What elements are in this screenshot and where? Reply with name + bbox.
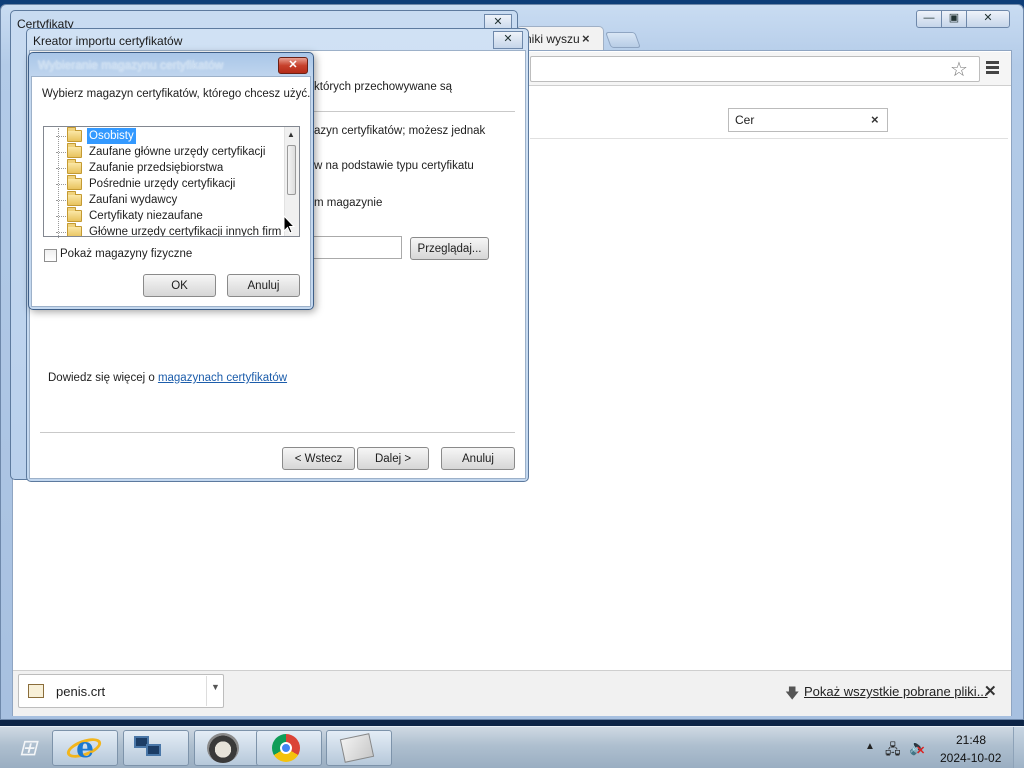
hamburger-menu-icon[interactable] <box>986 61 999 76</box>
show-physical-stores-label[interactable]: Pokaż magazyny fizyczne <box>60 248 192 260</box>
download-arrow-icon: 🡇 <box>785 685 800 701</box>
store-cancel-button[interactable]: Anuluj <box>227 274 300 297</box>
learn-more-prefix: Dowiedz się więcej o <box>48 372 158 384</box>
browser-tab-title: niki wyszu <box>525 32 580 46</box>
clock-time[interactable]: 21:48 <box>956 733 986 747</box>
auto-select-option-label: w na podstawie typu certyfikatu <box>314 160 474 172</box>
chrome-icon-center <box>280 742 292 754</box>
store-dialog-prompt: Wybierz magazyn certyfikatów, którego ch… <box>42 88 311 100</box>
tree-item-label: Zaufane główne urzędy certyfikacji <box>89 146 266 158</box>
folder-icon <box>67 207 82 222</box>
show-physical-stores-checkbox[interactable] <box>44 249 57 262</box>
certificate-store-tree[interactable]: Osobisty Zaufane główne urzędy certyfika… <box>43 126 300 237</box>
show-all-downloads-link[interactable]: Pokaż wszystkie pobrane pliki... <box>804 684 988 699</box>
folder-icon <box>67 175 82 190</box>
new-tab-button[interactable] <box>605 32 641 48</box>
internet-explorer-icon: e <box>76 731 94 764</box>
ok-button[interactable]: OK <box>143 274 216 297</box>
download-bar-close-icon[interactable]: ✕ <box>984 682 997 700</box>
find-query: Cer <box>735 113 755 127</box>
learn-more-link[interactable]: magazynach certyfikatów <box>158 372 287 384</box>
folder-icon <box>67 143 82 158</box>
maximize-button[interactable]: ▣ <box>941 10 967 28</box>
clock-date[interactable]: 2024-10-02 <box>940 751 1001 765</box>
next-button[interactable]: Dalej > <box>357 447 429 470</box>
folder-icon <box>67 191 82 206</box>
wizard-description-text: których przechowywane są <box>314 81 453 93</box>
folder-icon <box>67 127 82 142</box>
star-icon[interactable]: ☆ <box>950 57 968 82</box>
tree-item-label: Zaufanie przedsiębiorstwa <box>89 162 224 174</box>
folder-icon <box>67 223 82 236</box>
divider <box>40 432 515 433</box>
tab-close-icon[interactable]: × <box>582 31 590 46</box>
divider <box>530 138 1008 139</box>
network-monitor-icon <box>134 736 164 758</box>
tree-item-label: Certyfikaty niezaufane <box>89 210 203 222</box>
find-in-page-input[interactable]: Cer <box>728 108 888 132</box>
tree-connector-line <box>58 128 59 238</box>
muted-icon: ✕ <box>916 745 926 757</box>
raccoon-icon <box>207 733 239 763</box>
learn-more-text: Dowiedz się więcej o magazynach certyfik… <box>48 372 287 384</box>
wizard-close-button[interactable]: ✕ <box>493 31 523 49</box>
manual-select-option-label: m magazynie <box>314 197 383 209</box>
show-hidden-icons-icon[interactable]: ▲ <box>865 741 875 752</box>
minimize-button[interactable]: — <box>916 10 942 28</box>
store-dialog-close-button[interactable]: ✕ <box>278 57 308 74</box>
download-filename: penis.crt <box>56 684 106 699</box>
scroll-thumb[interactable] <box>287 145 296 195</box>
tree-item-label: Osobisty <box>87 128 136 144</box>
browse-button[interactable]: Przeglądaj... <box>410 237 489 260</box>
download-item[interactable] <box>18 674 224 708</box>
wizard-cancel-button[interactable]: Anuluj <box>441 447 515 470</box>
scroll-up-icon[interactable]: ▲ <box>287 130 295 139</box>
windows-start-icon[interactable]: ⊞ <box>8 732 48 764</box>
show-desktop-button[interactable] <box>1013 727 1024 768</box>
import-wizard-title: Kreator importu certyfikatów <box>33 34 183 48</box>
wizard-info-text: azyn certyfikatów; możesz jednak <box>314 125 486 137</box>
chevron-down-icon[interactable]: ▼ <box>211 682 220 692</box>
close-window-button[interactable]: ✕ <box>966 10 1010 28</box>
certificate-store-field[interactable] <box>300 236 402 259</box>
folder-icon <box>67 159 82 174</box>
tree-item-label: Zaufani wydawcy <box>89 194 178 206</box>
find-close-icon[interactable]: × <box>871 112 879 127</box>
tree-item-label: Główne urzędy certyfikacji innych firm <box>89 226 282 237</box>
network-tray-icon[interactable]: 🖧 <box>885 739 901 763</box>
tree-item-label: Pośrednie urzędy certyfikacji <box>89 178 236 190</box>
address-bar[interactable] <box>530 56 980 82</box>
divider <box>206 676 207 706</box>
browser-tab[interactable]: niki wyszu <box>516 26 604 52</box>
back-button[interactable]: < Wstecz <box>282 447 355 470</box>
certificate-file-icon <box>28 684 44 698</box>
mouse-cursor-icon <box>283 215 295 234</box>
select-store-dialog-title: Wybieranie magazynu certyfikatów <box>38 58 224 72</box>
